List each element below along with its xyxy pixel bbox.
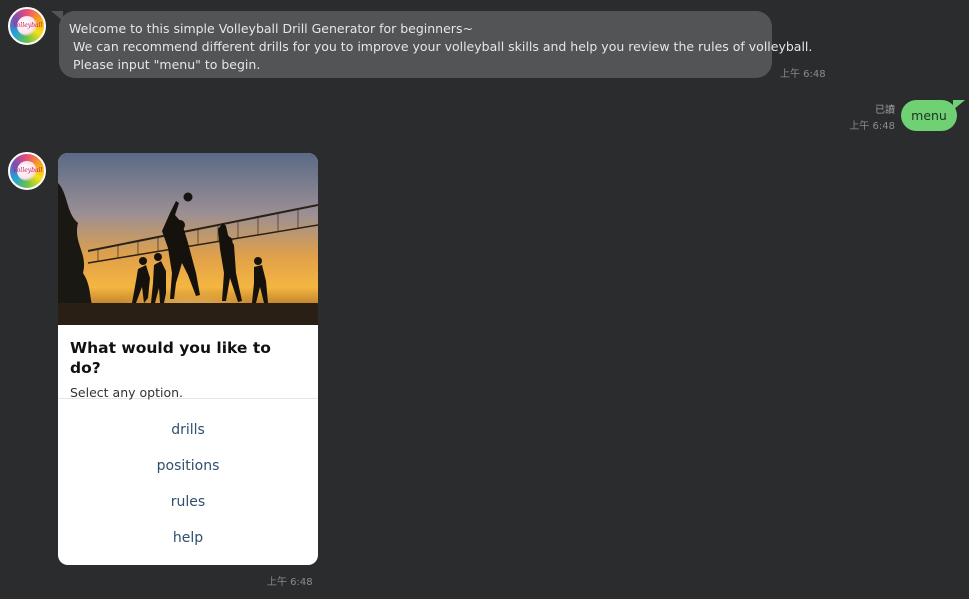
- welcome-timestamp: 上午 6:48: [780, 69, 826, 80]
- menu-card-timestamp: 上午 6:48: [267, 577, 313, 588]
- welcome-message-bubble: Welcome to this simple Volleyball Drill …: [51, 11, 813, 78]
- rules-button[interactable]: rules: [58, 489, 318, 525]
- user-message-bubble: menu: [901, 100, 965, 131]
- bot-avatar[interactable]: Volleyball: [8, 152, 46, 190]
- welcome-line-3: Please input "menu" to begin.: [73, 57, 261, 72]
- drills-button[interactable]: drills: [58, 417, 318, 453]
- bubble-tail: [953, 100, 965, 110]
- bubble-tail: [51, 11, 63, 21]
- avatar-label: Volleyball: [13, 22, 43, 29]
- menu-card-title: What would you like to do?: [70, 339, 271, 377]
- menu-card-actions: drills positions rules help: [58, 399, 318, 561]
- welcome-line-2: We can recommend different drills for yo…: [73, 39, 813, 54]
- chat-window: Volleyball Welcome to this simple Volley…: [0, 0, 969, 599]
- avatar-label: Volleyball: [13, 167, 43, 174]
- read-receipt: 已讀: [875, 105, 895, 116]
- positions-button[interactable]: positions: [58, 453, 318, 489]
- welcome-line-1: Welcome to this simple Volleyball Drill …: [69, 21, 473, 36]
- volleyball-hero-image: [58, 153, 318, 325]
- user-message-text: menu: [911, 108, 947, 123]
- menu-card: What would you like to do? Select any op…: [58, 153, 318, 565]
- help-button[interactable]: help: [58, 525, 318, 561]
- bot-avatar[interactable]: Volleyball: [8, 7, 46, 45]
- menu-card-body: What would you like to do? Select any op…: [58, 325, 318, 400]
- user-message-timestamp: 上午 6:48: [849, 121, 895, 132]
